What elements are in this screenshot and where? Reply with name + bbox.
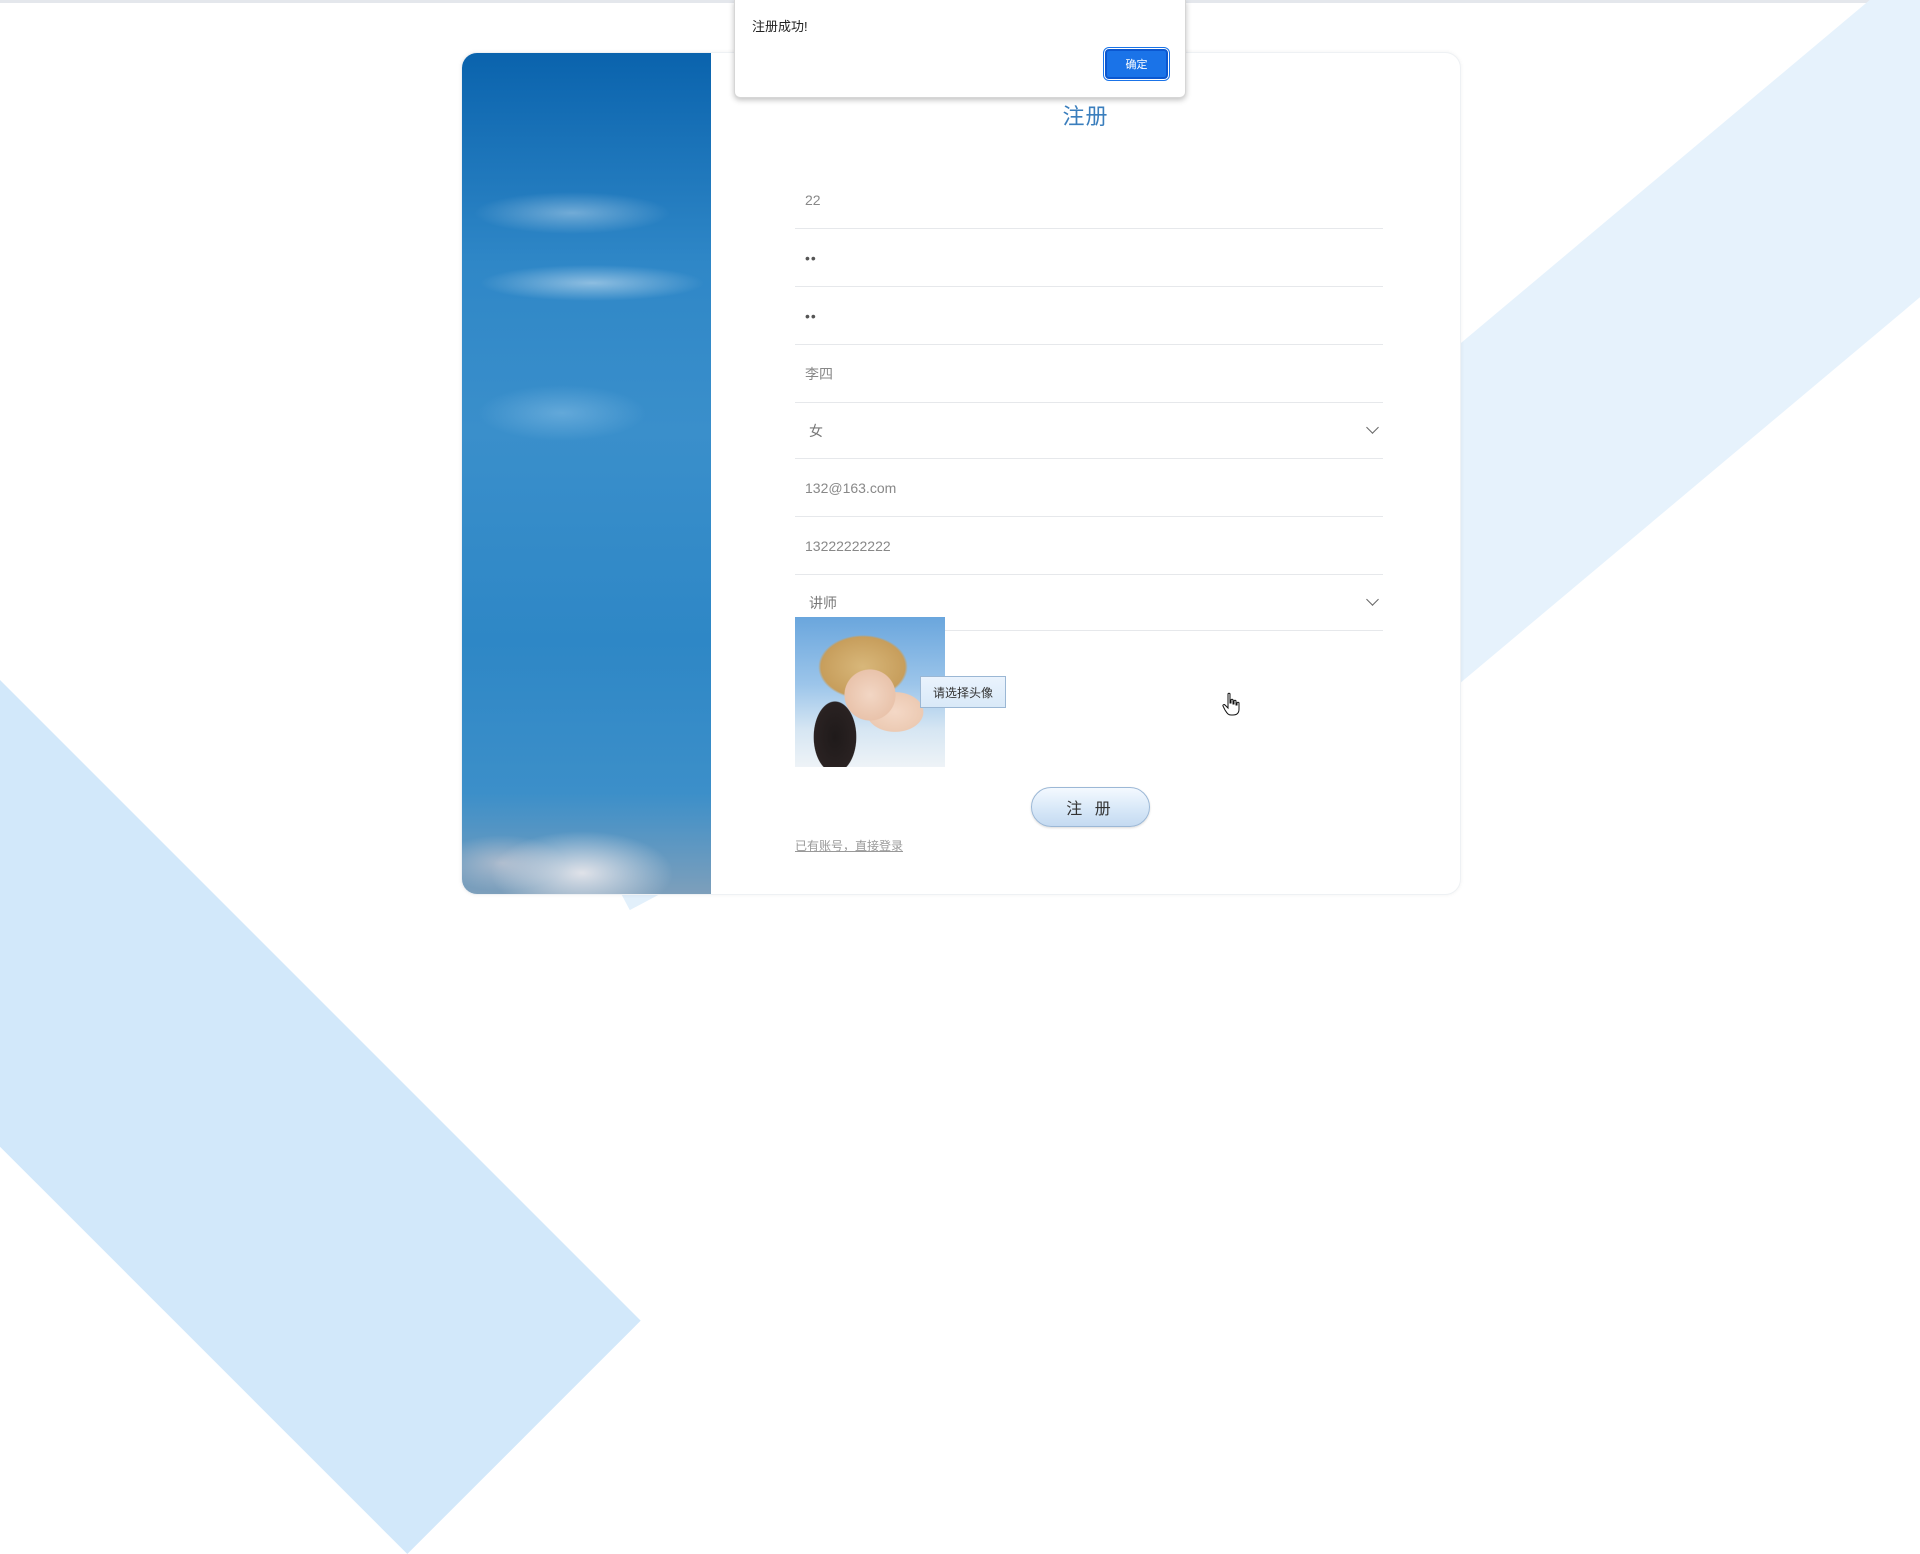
realname-value: 李四 — [805, 366, 833, 382]
password-value: •• — [805, 250, 817, 266]
register-card: 注册 22 •• •• 李四 女 132@163.com 13222222222… — [461, 52, 1461, 895]
chevron-down-icon — [1366, 421, 1379, 434]
choose-avatar-button[interactable]: 请选择头像 — [920, 676, 1006, 708]
email-field[interactable]: 132@163.com — [795, 459, 1383, 517]
chevron-down-icon — [1366, 593, 1379, 606]
gender-selected: 女 — [809, 423, 823, 439]
alert-message: 注册成功! — [752, 19, 808, 34]
username-field[interactable]: 22 — [795, 171, 1383, 229]
hand-pointer-icon — [1222, 692, 1240, 716]
register-button[interactable]: 注 册 — [1031, 787, 1150, 827]
password-field[interactable]: •• — [795, 229, 1383, 287]
alert-ok-button[interactable]: 确定 — [1103, 47, 1170, 81]
confirm-password-value: •• — [805, 308, 817, 324]
alert-dialog: 注册成功! 确定 — [734, 0, 1186, 98]
login-link[interactable]: 已有账号，直接登录 — [795, 837, 903, 854]
confirm-password-field[interactable]: •• — [795, 287, 1383, 345]
username-value: 22 — [805, 192, 821, 208]
register-form: 注册 22 •• •• 李四 女 132@163.com 13222222222… — [711, 53, 1460, 894]
side-banner-image — [462, 53, 711, 894]
email-value: 132@163.com — [805, 480, 897, 496]
gender-select[interactable]: 女 — [795, 403, 1383, 459]
page-title: 注册 — [1062, 104, 1109, 129]
realname-field[interactable]: 李四 — [795, 345, 1383, 403]
phone-field[interactable]: 13222222222 — [795, 517, 1383, 575]
phone-value: 13222222222 — [805, 538, 891, 554]
